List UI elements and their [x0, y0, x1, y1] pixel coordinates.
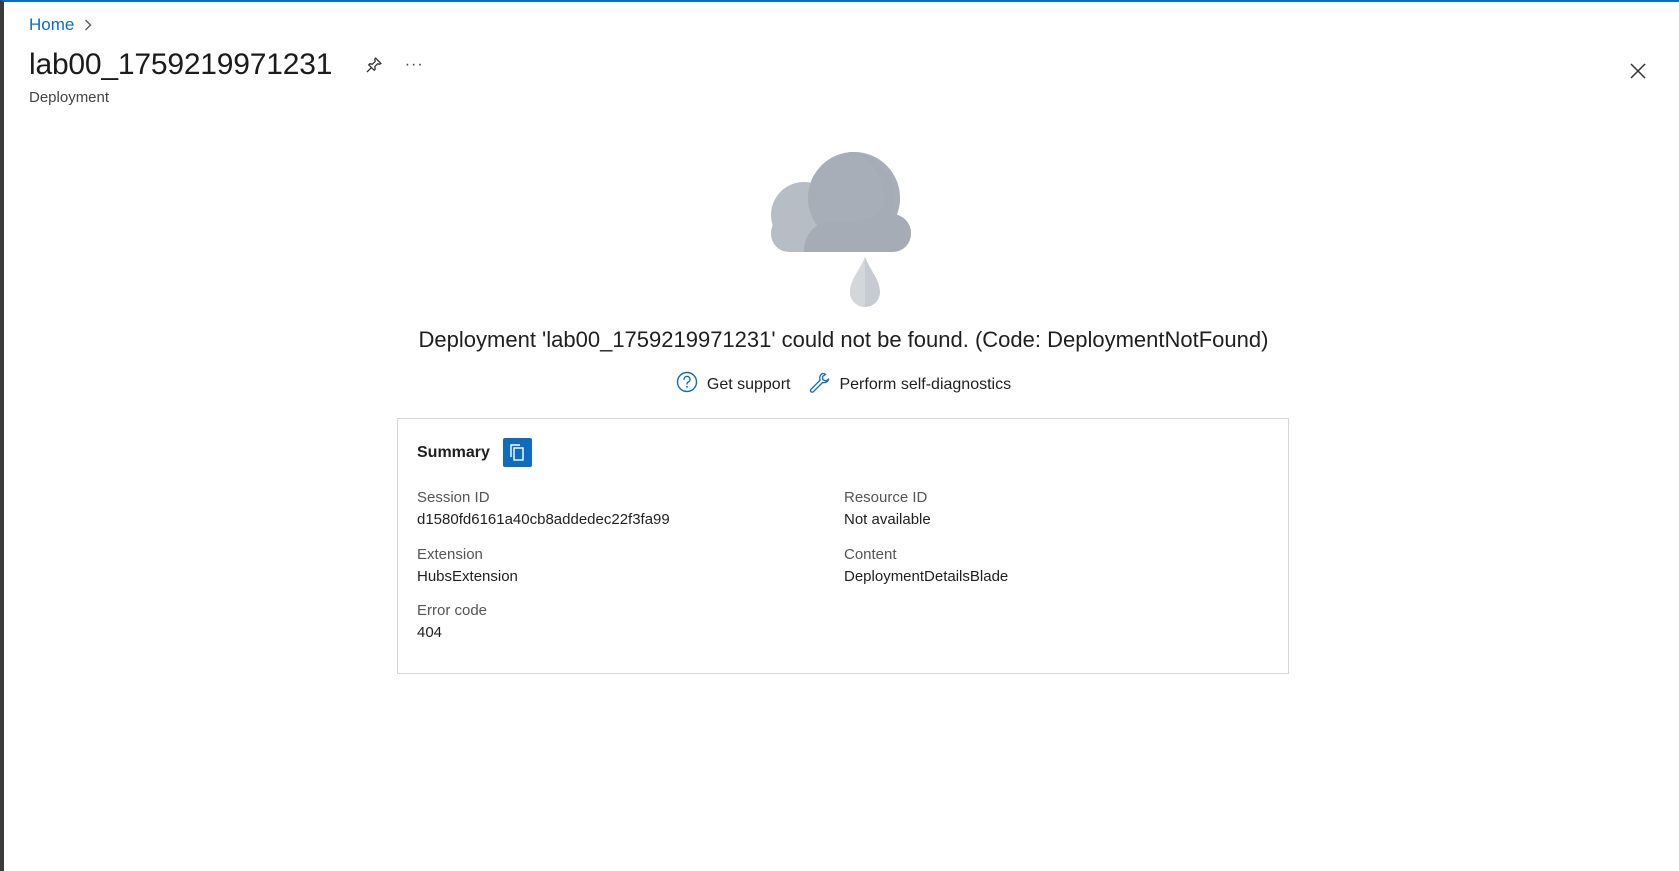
question-circle-icon	[676, 371, 707, 398]
content-value: DeploymentDetailsBlade	[844, 568, 1009, 585]
error-code-value: 404	[417, 624, 443, 641]
content-field: Content DeploymentDetailsBlade	[844, 544, 1008, 588]
get-support-label: Get support	[706, 375, 791, 393]
cloud-rain-icon	[764, 151, 924, 315]
copy-icon	[510, 443, 525, 461]
resource-id-field: Resource ID Not available	[844, 487, 931, 531]
content-label: Content	[844, 546, 897, 563]
title-row: lab00_1759219971231 ···	[29, 48, 430, 82]
extension-label: Extension	[417, 546, 483, 563]
page-title: lab00_1759219971231	[29, 48, 333, 81]
page-subtitle: Deployment	[29, 89, 110, 106]
extension-field: Extension HubsExtension	[417, 544, 518, 588]
help-actions: Get support Perform self-diagnostics	[4, 371, 1679, 398]
chevron-right-icon	[84, 19, 92, 31]
wrench-icon	[808, 371, 839, 398]
resource-id-value: Not available	[844, 511, 931, 528]
breadcrumb-home-link[interactable]: Home	[29, 15, 74, 35]
summary-card: Summary Session ID d1580fd6161a40cb8adde…	[397, 418, 1289, 674]
extension-value: HubsExtension	[417, 568, 518, 585]
pin-icon[interactable]	[358, 49, 390, 81]
summary-title: Summary	[417, 443, 490, 461]
close-icon[interactable]	[1623, 56, 1653, 86]
session-id-field: Session ID d1580fd6161a40cb8addedec22f3f…	[417, 487, 670, 531]
error-message: Deployment 'lab00_1759219971231' could n…	[418, 327, 1269, 352]
session-id-label: Session ID	[417, 489, 490, 506]
self-diagnostics-link[interactable]: Perform self-diagnostics	[808, 371, 1011, 398]
self-diagnostics-label: Perform self-diagnostics	[839, 375, 1012, 393]
breadcrumb: Home	[29, 15, 92, 35]
blade-frame: Home lab00_1759219971231 ··· Deployment	[0, 0, 1679, 871]
get-support-link[interactable]: Get support	[676, 371, 791, 398]
summary-header: Summary	[417, 438, 532, 467]
resource-id-label: Resource ID	[844, 489, 928, 506]
error-code-field: Error code 404	[417, 600, 487, 644]
error-code-label: Error code	[417, 602, 488, 619]
more-options-button[interactable]: ···	[398, 49, 430, 81]
copy-button[interactable]	[502, 438, 532, 467]
session-id-value: d1580fd6161a40cb8addedec22f3fa99	[417, 511, 670, 528]
